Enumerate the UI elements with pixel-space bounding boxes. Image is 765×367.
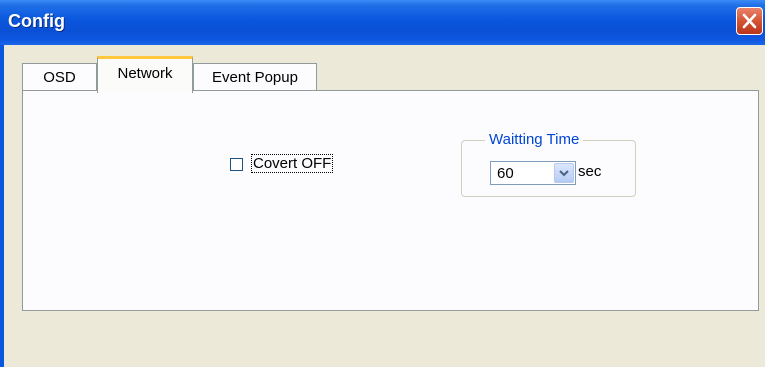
- dropdown-button[interactable]: [554, 163, 574, 183]
- waiting-time-select[interactable]: 60: [490, 161, 576, 185]
- checkbox-box[interactable]: [230, 158, 243, 171]
- close-icon: [742, 13, 757, 29]
- window-title: Config: [8, 11, 65, 31]
- tab-network[interactable]: Network: [97, 56, 193, 93]
- close-button[interactable]: [736, 7, 763, 35]
- tab-panel-network: [22, 90, 759, 311]
- tab-event-popup[interactable]: Event Popup: [193, 63, 317, 91]
- waiting-time-group: Waitting Time 60 sec: [461, 131, 636, 197]
- window-border-left: [0, 45, 4, 367]
- group-title: Waitting Time: [485, 131, 584, 148]
- chevron-down-icon: [559, 170, 569, 177]
- config-window: Config OSD Network Event Popup Covert OF…: [0, 0, 765, 367]
- title-bar[interactable]: Config: [0, 0, 765, 45]
- tab-osd[interactable]: OSD: [22, 63, 97, 91]
- unit-label: sec: [578, 163, 602, 180]
- select-value: 60: [497, 165, 514, 182]
- checkbox-label[interactable]: Covert OFF: [250, 154, 334, 173]
